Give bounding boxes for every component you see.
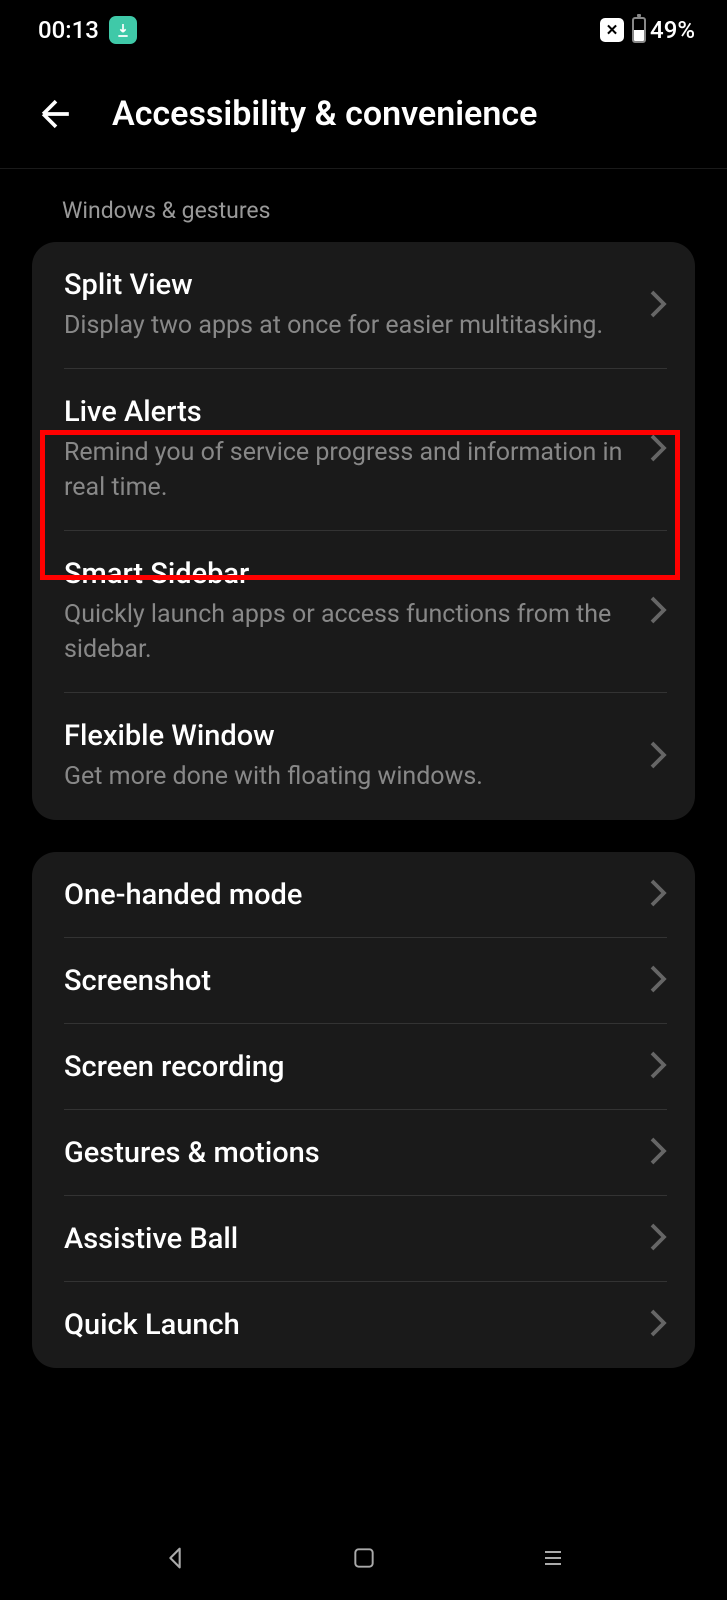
- back-button[interactable]: [32, 90, 80, 138]
- chevron-right-icon: [649, 1222, 667, 1256]
- page-title: Accessibility & convenience: [112, 94, 537, 134]
- item-screenshot[interactable]: Screenshot: [32, 938, 695, 1024]
- nav-home-button[interactable]: [344, 1538, 384, 1578]
- item-assistive-ball[interactable]: Assistive Ball: [32, 1196, 695, 1282]
- item-title: Split View: [64, 268, 629, 302]
- section-label-windows: Windows & gestures: [0, 169, 727, 242]
- item-title: Gestures & motions: [64, 1136, 629, 1170]
- item-title: Flexible Window: [64, 719, 629, 753]
- chevron-right-icon: [649, 433, 667, 467]
- item-title: Assistive Ball: [64, 1222, 629, 1256]
- status-left: 00:13: [38, 16, 137, 44]
- card-general: One-handed mode Screenshot Screen record…: [32, 852, 695, 1368]
- item-title: Quick Launch: [64, 1308, 629, 1342]
- page-header: Accessibility & convenience: [0, 60, 727, 169]
- item-description: Remind you of service progress and infor…: [64, 435, 629, 505]
- item-flexible-window[interactable]: Flexible Window Get more done with float…: [32, 693, 695, 820]
- battery-text: 49%: [650, 16, 695, 44]
- item-title: Smart Sidebar: [64, 557, 629, 591]
- navigation-bar: [0, 1515, 727, 1600]
- chevron-right-icon: [649, 1136, 667, 1170]
- chevron-right-icon: [649, 595, 667, 629]
- card-windows-gestures: Split View Display two apps at once for …: [32, 242, 695, 820]
- battery-icon: [632, 17, 646, 43]
- item-gestures-motions[interactable]: Gestures & motions: [32, 1110, 695, 1196]
- item-title: Live Alerts: [64, 395, 629, 429]
- item-title: Screenshot: [64, 964, 629, 998]
- battery-indicator: 49%: [632, 16, 695, 44]
- item-screen-recording[interactable]: Screen recording: [32, 1024, 695, 1110]
- chevron-right-icon: [649, 878, 667, 912]
- chevron-right-icon: [649, 964, 667, 998]
- status-bar: 00:13 ✕ 49%: [0, 0, 727, 60]
- nav-recent-button[interactable]: [533, 1538, 573, 1578]
- chevron-right-icon: [649, 1308, 667, 1342]
- item-description: Get more done with floating windows.: [64, 759, 629, 794]
- item-description: Quickly launch apps or access functions …: [64, 597, 629, 667]
- chevron-right-icon: [649, 740, 667, 774]
- item-title: Screen recording: [64, 1050, 629, 1084]
- item-title: One-handed mode: [64, 878, 629, 912]
- item-live-alerts[interactable]: Live Alerts Remind you of service progre…: [32, 369, 695, 531]
- item-quick-launch[interactable]: Quick Launch: [32, 1282, 695, 1368]
- status-right: ✕ 49%: [600, 16, 695, 44]
- chevron-right-icon: [649, 1050, 667, 1084]
- item-one-handed-mode[interactable]: One-handed mode: [32, 852, 695, 938]
- no-sim-icon: ✕: [600, 18, 624, 42]
- chevron-right-icon: [649, 289, 667, 323]
- item-smart-sidebar[interactable]: Smart Sidebar Quickly launch apps or acc…: [32, 531, 695, 693]
- download-icon: [109, 16, 137, 44]
- status-time: 00:13: [38, 16, 99, 44]
- item-description: Display two apps at once for easier mult…: [64, 308, 629, 343]
- nav-back-button[interactable]: [155, 1538, 195, 1578]
- item-split-view[interactable]: Split View Display two apps at once for …: [32, 242, 695, 369]
